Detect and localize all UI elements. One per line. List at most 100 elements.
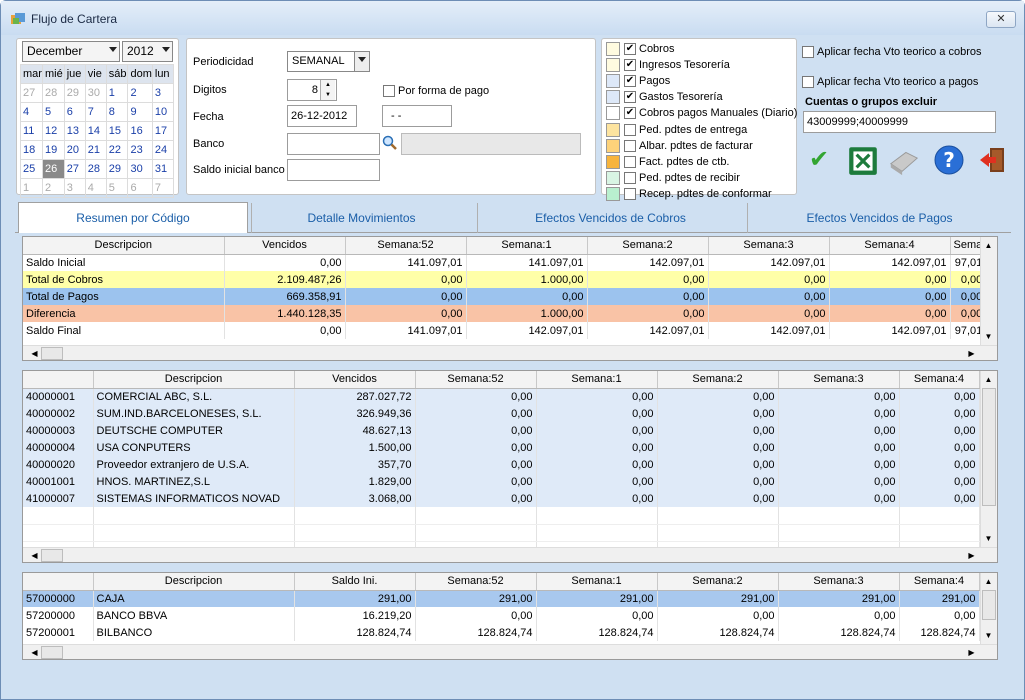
type-checkbox[interactable] xyxy=(624,171,636,184)
table-row[interactable]: 40001001 HNOS. MARTINEZ,S.L 1.829,00 0,00 0,… xyxy=(23,473,980,490)
calendar-day[interactable]: 15 xyxy=(105,121,129,141)
column-header[interactable] xyxy=(23,573,94,591)
calendar-day[interactable]: 1 xyxy=(105,83,129,103)
table-row[interactable]: 40000001 COMERCIAL ABC, S.L. 287.027,72 0,0… xyxy=(23,388,980,405)
type-checkbox[interactable]: ✔ xyxy=(624,43,636,55)
column-header[interactable]: Descripcion xyxy=(93,573,295,591)
table-row[interactable]: Total de Pagos 669.358,91 0,00 0,00 0,00 0,00… xyxy=(23,288,987,305)
vertical-scrollbar[interactable]: ▲ ▼ xyxy=(980,237,997,345)
calendar-day[interactable]: 5 xyxy=(105,178,129,198)
calendar-day[interactable]: 11 xyxy=(20,121,43,141)
scroll-up-icon[interactable]: ▲ xyxy=(981,372,996,387)
calendar-day[interactable]: 27 xyxy=(63,159,86,179)
calendar-day[interactable]: 25 xyxy=(20,159,43,179)
calendar-day[interactable]: 23 xyxy=(127,140,153,160)
column-header[interactable]: Semana:1 xyxy=(466,237,588,255)
column-header[interactable]: Semana:2 xyxy=(657,371,779,389)
calendar-day[interactable]: 26 xyxy=(41,159,65,179)
column-header[interactable]: Semana:3 xyxy=(708,237,830,255)
saldo-input[interactable] xyxy=(287,159,380,181)
calendar-day[interactable]: 10 xyxy=(151,102,175,122)
calendar-day[interactable]: 1 xyxy=(20,178,43,198)
year-select[interactable]: 2012 xyxy=(122,41,173,62)
table-row[interactable]: Saldo Inicial 0,00 141.097,01 141.097,01 142… xyxy=(23,254,987,271)
calendar-day[interactable]: 24 xyxy=(151,140,175,160)
calendar-day[interactable]: 28 xyxy=(41,83,65,103)
calendar-day[interactable]: 3 xyxy=(151,83,175,103)
table-row[interactable]: Total de Cobros 2.109.487,26 0,00 1.000,00 0… xyxy=(23,271,987,288)
column-header[interactable]: Semana:4 xyxy=(829,237,951,255)
calendar-day[interactable]: 6 xyxy=(63,102,86,122)
column-header[interactable]: Semana:52 xyxy=(415,573,537,591)
vto-pagos-checkbox[interactable] xyxy=(802,76,814,88)
type-checkbox[interactable] xyxy=(624,155,636,168)
month-select[interactable]: December xyxy=(22,41,120,62)
vertical-scrollbar[interactable]: ▲ ▼ xyxy=(980,573,997,644)
horizontal-scrollbar[interactable]: ◀ ▶ xyxy=(23,547,997,562)
vto-cobros-checkbox[interactable] xyxy=(802,46,814,58)
calendar-day[interactable]: 17 xyxy=(151,121,175,141)
scroll-up-icon[interactable]: ▲ xyxy=(981,574,996,589)
calendar-day[interactable]: 21 xyxy=(84,140,107,160)
calendar-day[interactable]: 27 xyxy=(20,83,43,103)
calendar-day[interactable]: 19 xyxy=(41,140,65,160)
calendar-day[interactable]: 29 xyxy=(105,159,129,179)
column-header[interactable]: Saldo Ini. xyxy=(294,573,416,591)
calendar-day[interactable]: 30 xyxy=(127,159,153,179)
calendar-day[interactable]: 3 xyxy=(63,178,86,198)
column-header[interactable]: Vencidos xyxy=(224,237,346,255)
table-row[interactable]: 40000020 Proveedor extranjero de U.S.A. 35… xyxy=(23,456,980,473)
close-button[interactable]: ✕ xyxy=(986,11,1016,28)
search-icon[interactable] xyxy=(382,135,398,151)
column-header[interactable]: Descripcion xyxy=(93,371,295,389)
table-row[interactable]: 57000000 CAJA 291,00 291,00 291,00 291,00 291,… xyxy=(23,590,980,607)
exit-door-icon[interactable] xyxy=(976,143,1010,177)
column-header[interactable]: Semana:52 xyxy=(345,237,467,255)
column-header[interactable]: Semana:1 xyxy=(536,573,658,591)
table-row[interactable]: 40000003 DEUTSCHE COMPUTER 48.627,13 0,00 0,… xyxy=(23,422,980,439)
scroll-left-icon[interactable]: ◀ xyxy=(27,645,42,659)
tab-3[interactable]: Efectos Vencidos de Pagos xyxy=(747,203,1011,233)
column-header[interactable]: Semana:1 xyxy=(536,371,658,389)
type-checkbox[interactable] xyxy=(624,139,636,152)
table-row[interactable]: 40000002 SUM.IND.BARCELONESES, S.L. 326.94… xyxy=(23,405,980,422)
calendar-day[interactable]: 22 xyxy=(105,140,129,160)
scroll-thumb[interactable] xyxy=(982,388,996,506)
type-checkbox[interactable] xyxy=(624,123,636,136)
fecha-aux-input[interactable]: - - xyxy=(382,105,452,127)
scroll-thumb[interactable] xyxy=(41,549,63,562)
column-header[interactable]: Semana:2 xyxy=(587,237,709,255)
type-checkbox[interactable]: ✔ xyxy=(624,91,636,104)
horizontal-scrollbar[interactable]: ◀ ▶ xyxy=(23,644,997,659)
table-row[interactable]: 41000007 SISTEMAS INFORMATICOS NOVAD 3.068… xyxy=(23,490,980,507)
calendar-day[interactable]: 18 xyxy=(20,140,43,160)
scroll-up-icon[interactable]: ▲ xyxy=(981,238,996,253)
scroll-right-icon[interactable]: ▶ xyxy=(964,645,979,659)
tab-0[interactable]: Resumen por Código xyxy=(18,202,248,233)
calendar-day[interactable]: 14 xyxy=(84,121,107,141)
scroll-down-icon[interactable]: ▼ xyxy=(981,628,996,643)
dropdown-button[interactable] xyxy=(354,52,369,71)
calendar-day[interactable]: 6 xyxy=(127,178,153,198)
calendar-day[interactable]: 29 xyxy=(63,83,86,103)
calendar-day[interactable]: 16 xyxy=(127,121,153,141)
fecha-input[interactable]: 26-12-2012 xyxy=(287,105,357,127)
excel-icon[interactable] xyxy=(846,144,880,178)
calendar-day[interactable]: 13 xyxy=(63,121,86,141)
scroll-thumb[interactable] xyxy=(982,590,996,620)
type-checkbox[interactable]: ✔ xyxy=(624,59,636,72)
calendar-day[interactable]: 7 xyxy=(151,178,175,198)
column-header[interactable]: Semana:3 xyxy=(778,573,900,591)
tab-2[interactable]: Efectos Vencidos de Cobros xyxy=(477,203,743,233)
calendar-day[interactable]: 5 xyxy=(41,102,65,122)
por-forma-checkbox[interactable] xyxy=(383,85,395,97)
banco-input[interactable] xyxy=(287,133,380,155)
stepper-arrows[interactable]: ▲ ▼ xyxy=(320,80,335,100)
column-header[interactable]: Descripcion xyxy=(23,237,225,255)
calendar-day[interactable]: 7 xyxy=(84,102,107,122)
scroll-down-icon[interactable]: ▼ xyxy=(981,329,996,344)
calendar-day[interactable]: 9 xyxy=(127,102,153,122)
table-row[interactable]: Saldo Final 0,00 141.097,01 142.097,01 142.0… xyxy=(23,322,987,339)
calendar-day[interactable]: 30 xyxy=(84,83,107,103)
help-icon[interactable]: ? xyxy=(932,143,966,177)
